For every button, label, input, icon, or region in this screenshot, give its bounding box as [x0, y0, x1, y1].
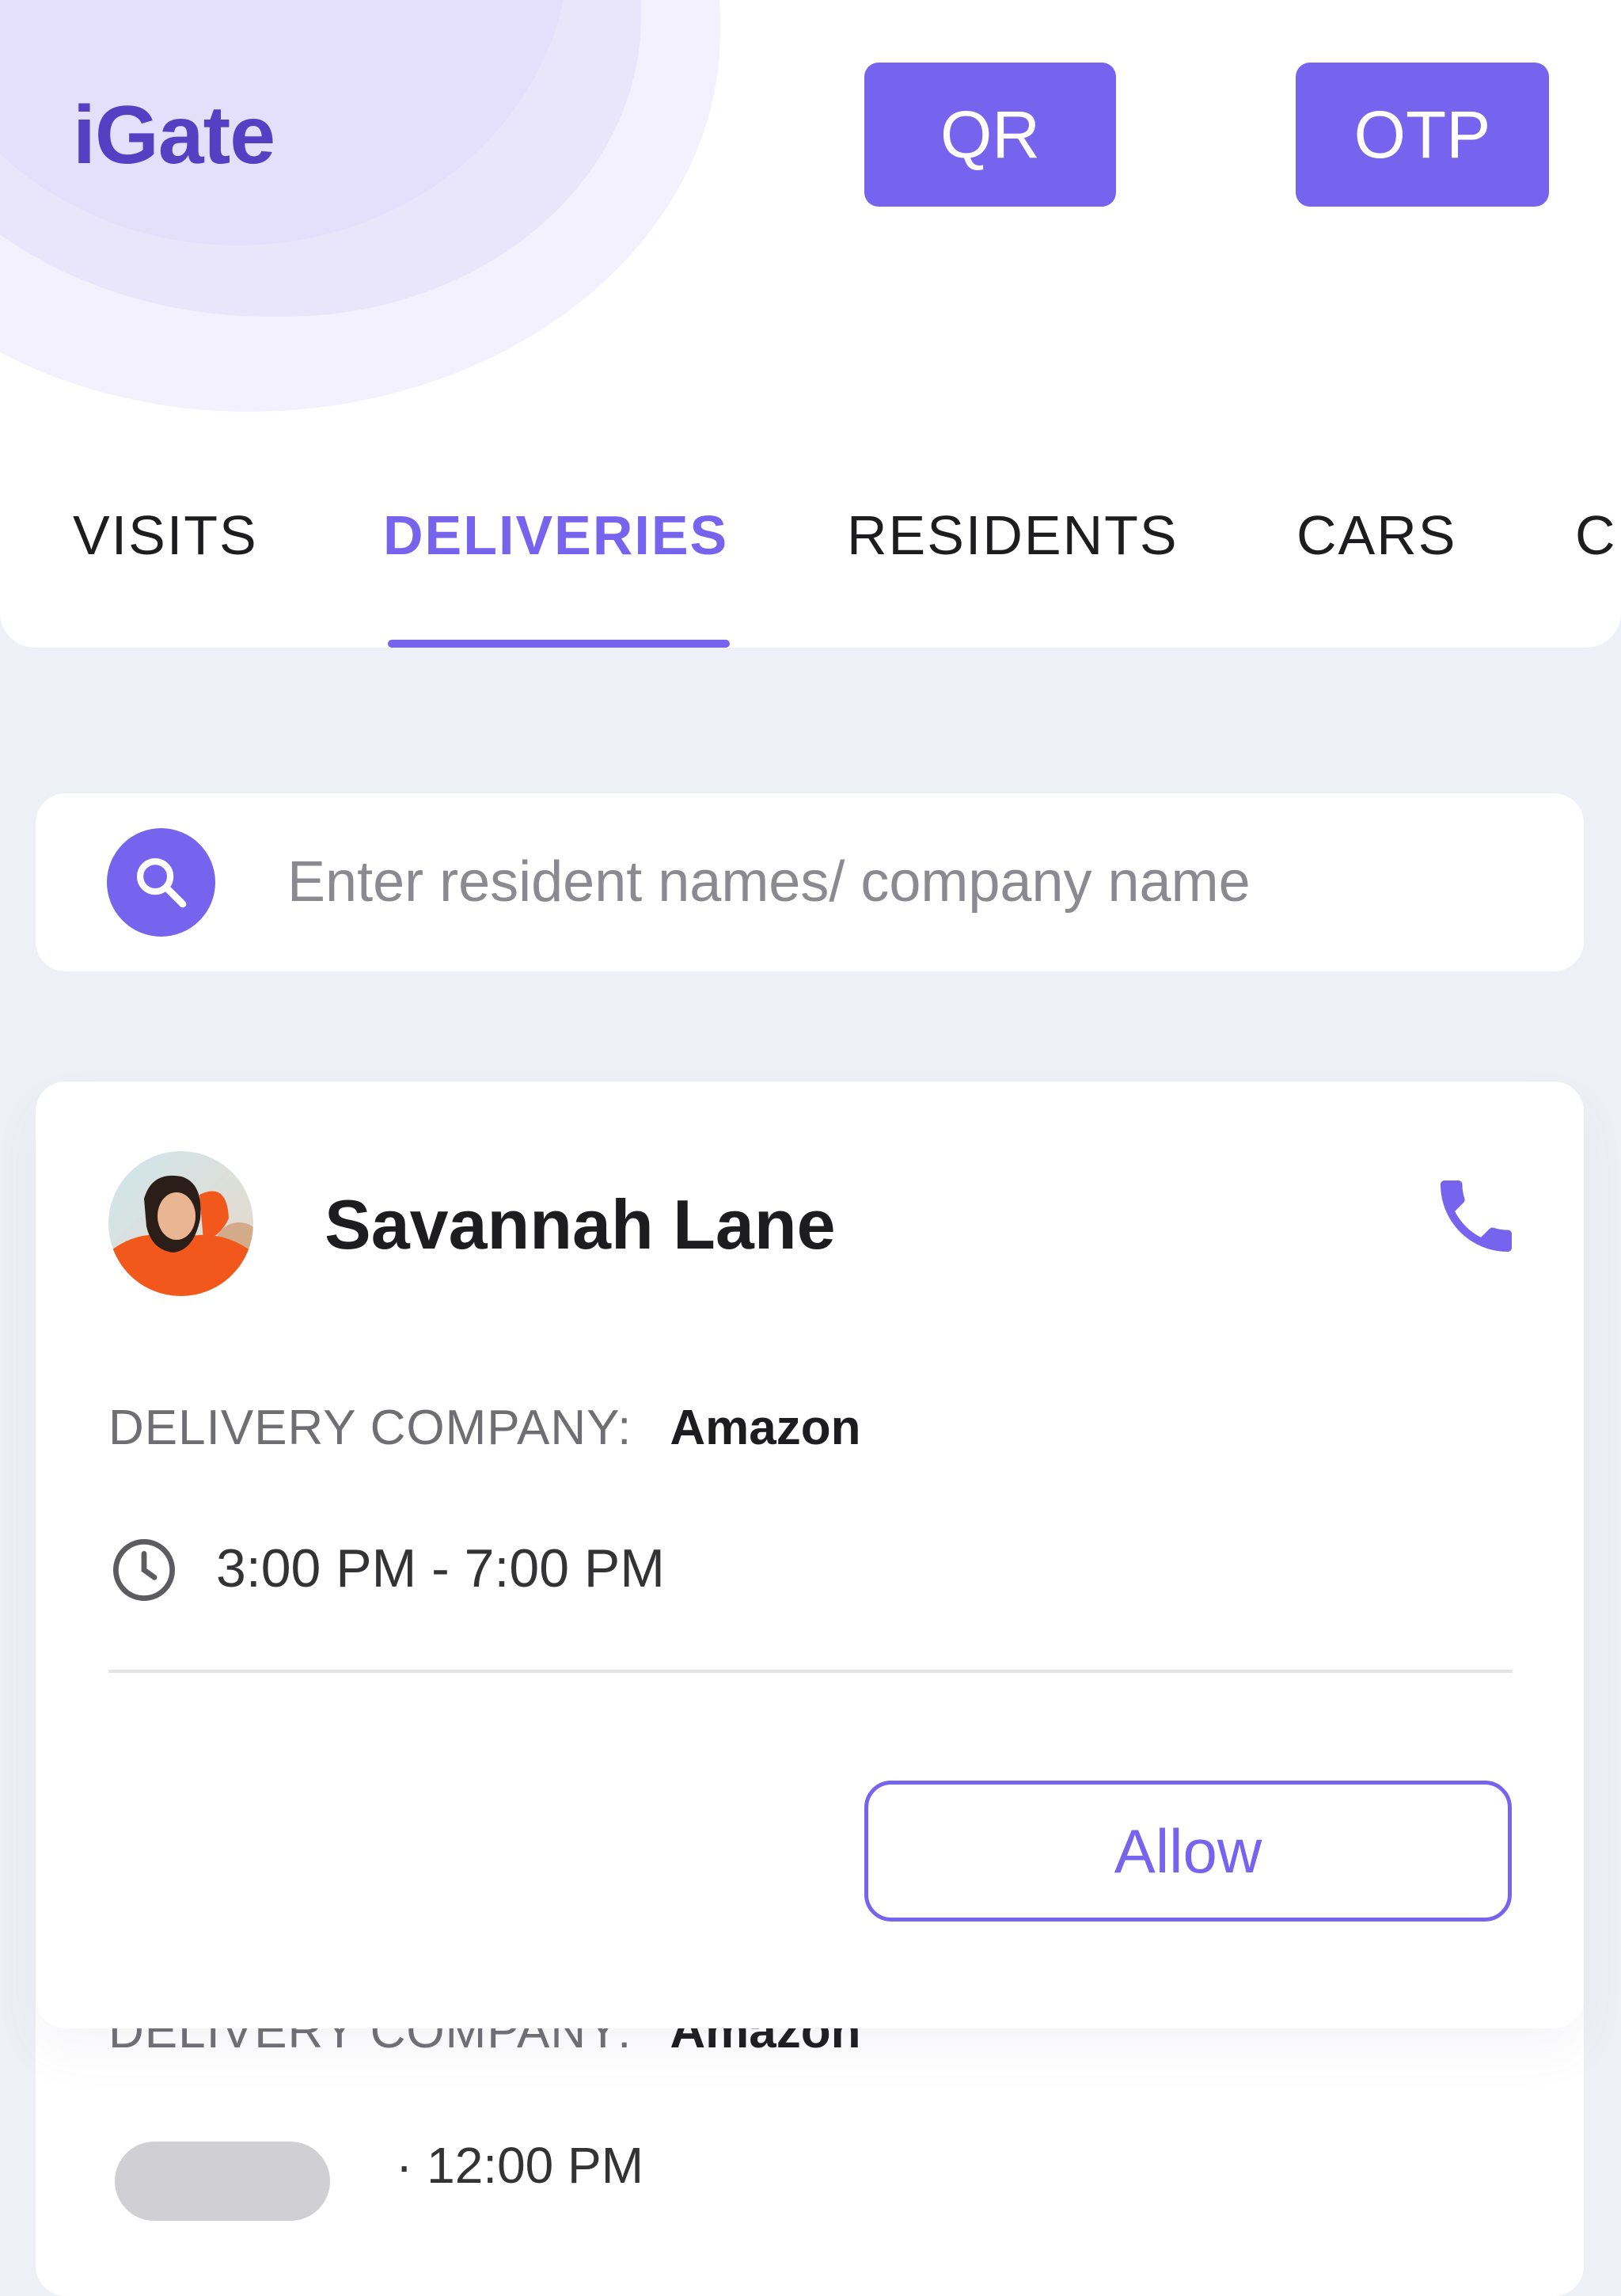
tab-deliveries[interactable]: DELIVERIES — [383, 504, 728, 567]
resident-name: Savannah Lane — [325, 1185, 836, 1264]
active-tab-indicator — [388, 640, 730, 648]
tab-overflow[interactable]: C — [1575, 504, 1617, 567]
app-header: iGate QR OTP VISITS DELIVERIES RESIDENTS… — [0, 0, 1621, 648]
otp-button[interactable]: OTP — [1296, 63, 1549, 207]
delivery-company-value: Amazon — [670, 1401, 861, 1455]
tab-residents[interactable]: RESIDENTS — [847, 504, 1179, 567]
delivery-time-range: 3:00 PM - 7:00 PM — [216, 1538, 665, 1598]
search-input[interactable] — [287, 834, 1522, 929]
avatar — [108, 1151, 253, 1296]
clock-icon — [108, 1534, 180, 1606]
allow-button[interactable]: Allow — [864, 1781, 1512, 1922]
qr-button[interactable]: QR — [864, 63, 1116, 207]
delivery-company-label: DELIVERY COMPANY: — [108, 1401, 632, 1455]
tab-cars[interactable]: CARS — [1296, 504, 1456, 567]
tab-bar: VISITS DELIVERIES RESIDENTS CARS C — [0, 491, 1621, 648]
delivery-company-row: DELIVERY COMPANY: Amazon — [108, 1400, 860, 1456]
delivery-card: Savannah Lane DELIVERY COMPANY: Amazon 3:… — [36, 1081, 1584, 2028]
phone-icon[interactable] — [1429, 1169, 1524, 1264]
delivery-time: · 12:00 PM — [396, 2137, 644, 2194]
status-pill — [115, 2142, 330, 2221]
search-icon[interactable] — [107, 828, 215, 937]
app-title: iGate — [73, 89, 275, 181]
tab-visits[interactable]: VISITS — [73, 504, 258, 567]
divider — [108, 1670, 1513, 1673]
search-bar — [36, 793, 1584, 971]
